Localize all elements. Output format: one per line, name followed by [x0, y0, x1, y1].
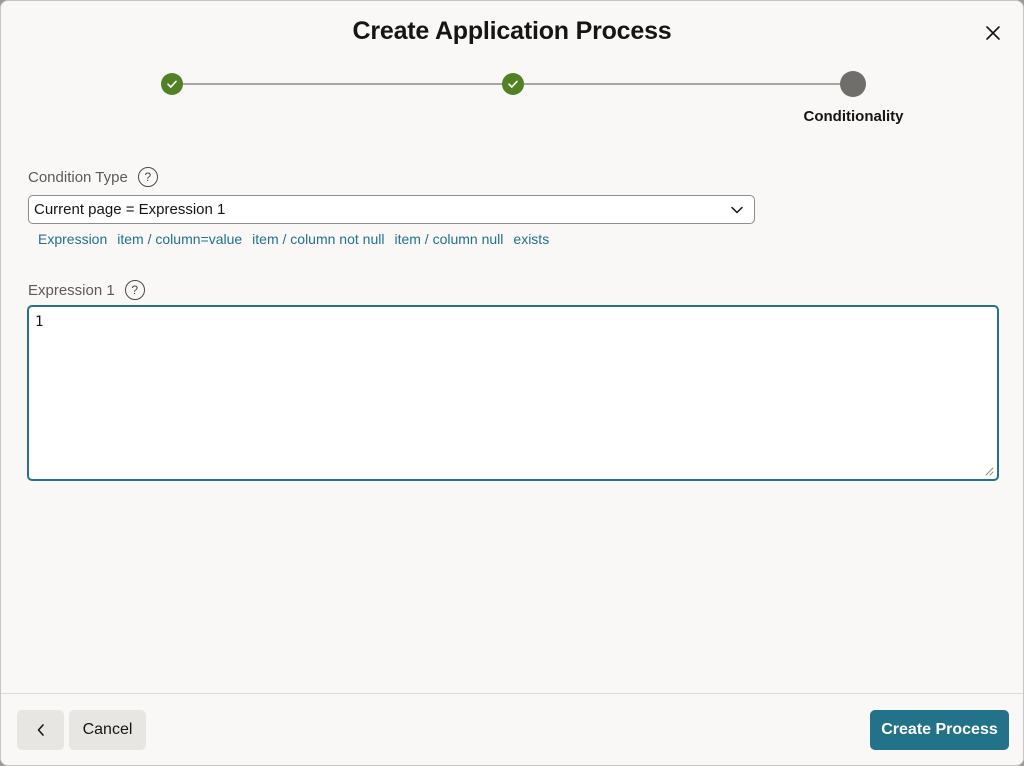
condition-type-label: Condition Type — [28, 168, 128, 186]
create-process-button[interactable]: Create Process — [870, 710, 1009, 750]
dialog-footer: Cancel Create Process — [1, 693, 1023, 765]
quick-pick-exists[interactable]: exists — [513, 231, 549, 247]
condition-type-select[interactable]: Current page = Expression 1 — [28, 195, 755, 224]
expression1-textarea[interactable]: 1 — [27, 305, 999, 481]
expression1-field: Expression 1 ? — [28, 280, 145, 300]
back-button[interactable] — [17, 710, 64, 750]
dialog-title: Create Application Process — [352, 17, 672, 45]
quick-pick-item-equals-value[interactable]: item / column=value — [117, 231, 242, 247]
close-icon — [986, 26, 1000, 40]
wizard-step-label: Conditionality — [803, 108, 904, 125]
quick-pick-item-not-null[interactable]: item / column not null — [252, 231, 384, 247]
checkmark-icon — [167, 80, 177, 88]
create-process-dialog: Create Application Process Conditionalit… — [0, 0, 1024, 766]
cancel-button[interactable]: Cancel — [69, 710, 146, 750]
wizard-connector — [183, 83, 503, 85]
expression1-label: Expression 1 — [28, 281, 115, 299]
wizard-connector — [524, 83, 842, 85]
condition-type-value: Current page = Expression 1 — [34, 201, 226, 218]
condition-type-field: Condition Type ? — [28, 167, 158, 187]
resize-handle-icon[interactable] — [984, 466, 994, 476]
quick-pick-expression[interactable]: Expression — [38, 231, 107, 247]
help-icon[interactable]: ? — [137, 167, 158, 187]
close-button[interactable] — [981, 21, 1005, 45]
expression1-value: 1 — [35, 314, 44, 330]
wizard-step-2 — [502, 73, 524, 95]
chevron-left-icon — [37, 724, 44, 736]
quick-pick-item-null[interactable]: item / column null — [394, 231, 503, 247]
condition-quick-picks: Expression item / column=value item / co… — [38, 231, 549, 247]
help-icon[interactable]: ? — [124, 280, 145, 300]
checkmark-icon — [508, 80, 518, 88]
wizard-step-3 — [840, 71, 866, 97]
chevron-down-icon — [730, 205, 744, 215]
wizard-step-1 — [161, 73, 183, 95]
